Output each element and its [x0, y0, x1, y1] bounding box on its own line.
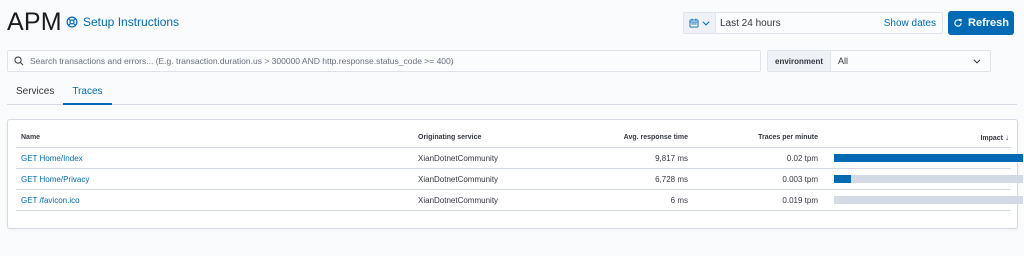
trace-response: 6,728 ms: [655, 174, 688, 184]
column-impact[interactable]: Impact ↓: [826, 133, 1011, 142]
table-row: GET Home/Index XianDotnetCommunity 9,817…: [16, 148, 1023, 169]
column-impact-label: Impact: [980, 135, 1003, 142]
trace-service: XianDotnetCommunity: [418, 153, 499, 163]
traces-table: Name Originating service Avg. response t…: [16, 128, 1023, 211]
traces-panel: Name Originating service Avg. response t…: [7, 119, 1023, 229]
trace-tpm: 0.003 tpm: [782, 174, 818, 184]
tab-services[interactable]: Services: [7, 80, 63, 105]
environment-value: All: [838, 56, 849, 66]
environment-label: environment: [768, 51, 832, 71]
setup-link-label: Setup Instructions: [83, 15, 180, 29]
trace-impact: [826, 196, 1023, 204]
impact-bar: [834, 196, 1023, 204]
quick-select-button[interactable]: [684, 13, 716, 33]
setup-instructions-link[interactable]: Setup Instructions: [66, 15, 179, 29]
refresh-label: Refresh: [968, 17, 1009, 29]
trace-service: XianDotnetCommunity: [418, 174, 499, 184]
trace-name-link[interactable]: GET Home/Index: [16, 154, 414, 163]
chevron-down-icon: [973, 59, 981, 64]
column-name[interactable]: Name: [16, 134, 414, 141]
show-dates-link[interactable]: Show dates: [884, 18, 942, 29]
column-tpm[interactable]: Traces per minute: [696, 134, 826, 141]
column-response[interactable]: Avg. response time: [554, 134, 696, 141]
environment-select[interactable]: environment All: [767, 50, 991, 72]
column-service[interactable]: Originating service: [414, 134, 554, 141]
tab-traces[interactable]: Traces: [63, 80, 112, 105]
tabs: Services Traces: [7, 80, 1017, 105]
table-header: Name Originating service Avg. response t…: [16, 128, 1011, 148]
trace-name-link[interactable]: GET Home/Privacy: [16, 175, 414, 184]
impact-bar: [834, 154, 1023, 162]
date-range-text[interactable]: Last 24 hours: [716, 18, 884, 29]
search-input[interactable]: [30, 56, 760, 66]
trace-tpm: 0.019 tpm: [782, 195, 818, 205]
refresh-icon: [954, 18, 962, 27]
search-bar: [7, 50, 761, 72]
refresh-button[interactable]: Refresh: [948, 11, 1014, 35]
trace-response: 9,817 ms: [655, 153, 688, 163]
impact-bar-fill: [834, 154, 1023, 162]
trace-service: XianDotnetCommunity: [418, 195, 499, 205]
impact-bar-fill: [834, 175, 851, 183]
arrow-down-icon: ↓: [1005, 133, 1009, 142]
date-picker: Last 24 hours Show dates: [683, 12, 943, 34]
help-icon: [66, 16, 78, 28]
table-row: GET Home/Privacy XianDotnetCommunity 6,7…: [16, 169, 1023, 190]
calendar-icon: [689, 18, 698, 28]
trace-impact: [826, 175, 1023, 183]
page-title: APM: [7, 8, 62, 36]
trace-response: 6 ms: [670, 195, 688, 205]
trace-name-link[interactable]: GET /favicon.ico: [16, 196, 414, 205]
search-icon: [14, 56, 24, 66]
impact-bar: [834, 175, 1023, 183]
table-row: GET /favicon.ico XianDotnetCommunity 6 m…: [16, 190, 1023, 211]
trace-tpm: 0.02 tpm: [786, 153, 818, 163]
chevron-down-icon: [701, 21, 710, 26]
trace-impact: [826, 154, 1023, 162]
